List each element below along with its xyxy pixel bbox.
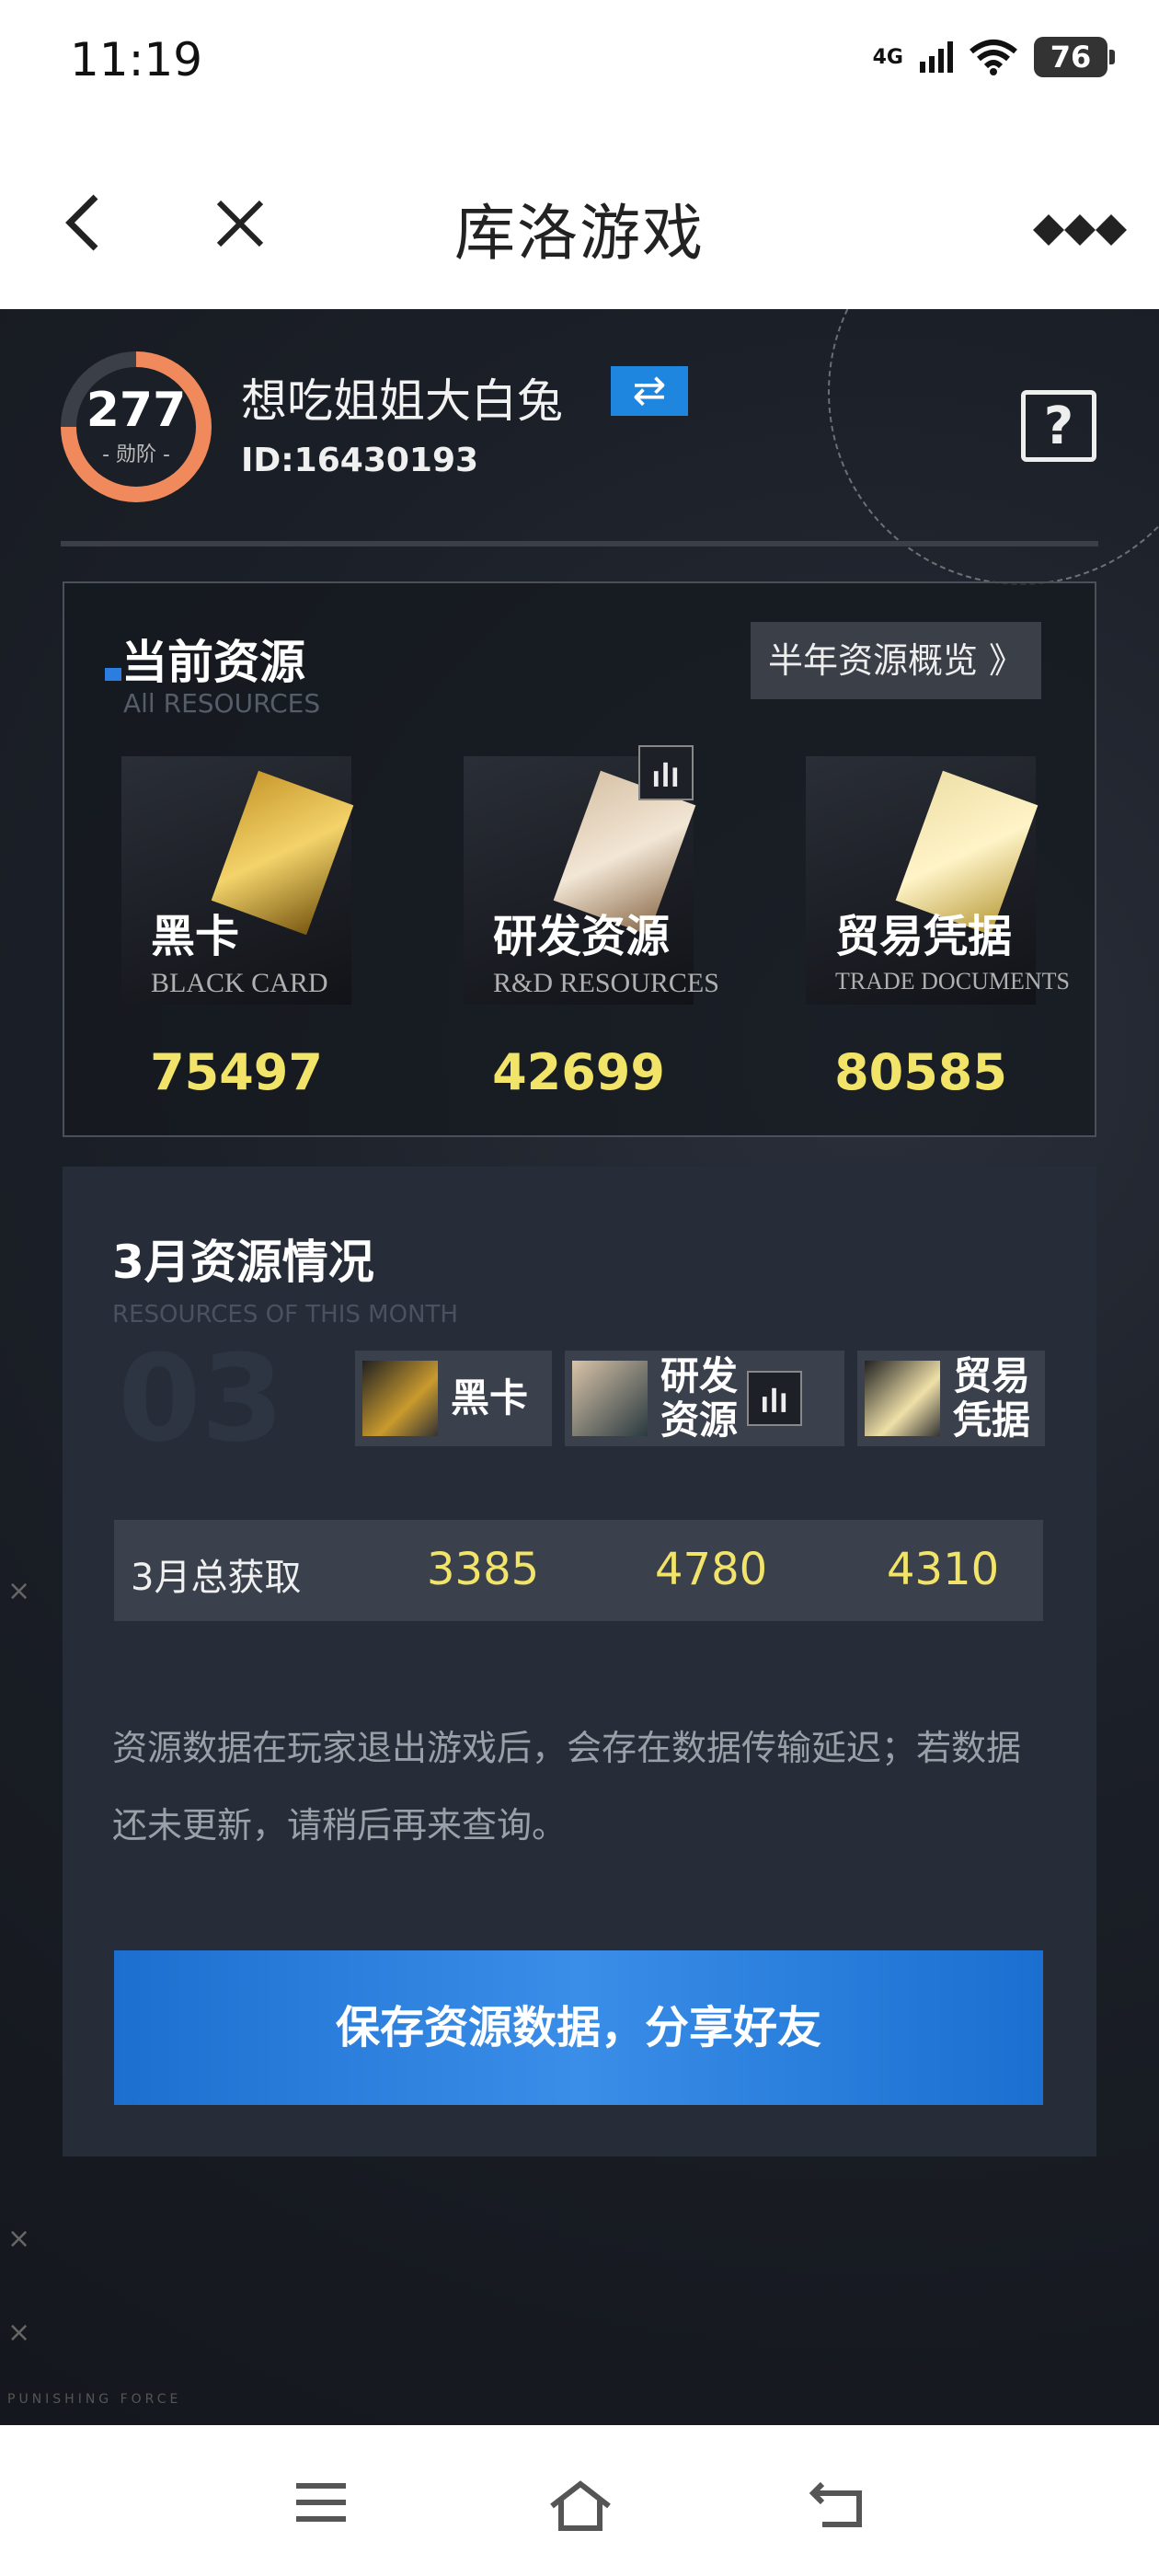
- half-year-overview-button[interactable]: 半年资源概览 》: [751, 622, 1041, 699]
- month-title: 3月资源情况: [112, 1236, 374, 1289]
- brand-text: PUNISHING FORCE: [7, 2392, 182, 2407]
- resource-card-black-card: 黑卡 BLACK CARD: [121, 756, 354, 1005]
- user-id: ID:16430193: [241, 442, 479, 479]
- title-accent-bar: [105, 668, 121, 681]
- resource-en-name: R&D RESOURCES: [493, 968, 719, 998]
- wifi-icon: [970, 40, 1017, 75]
- bar-chart-icon[interactable]: [638, 745, 694, 800]
- resource-en-name: BLACK CARD: [151, 968, 328, 998]
- resource-name: 黑卡: [151, 911, 240, 962]
- month-background-number: 03: [118, 1328, 284, 1468]
- home-icon[interactable]: [548, 2480, 613, 2532]
- monthly-total-row: 3月总获取 3385 4780 4310: [114, 1520, 1043, 1621]
- rank-label: - 勋阶 -: [102, 443, 170, 466]
- black-card-thumb: [362, 1361, 438, 1436]
- header-trade: 贸易 凭据: [857, 1351, 1045, 1446]
- save-share-button[interactable]: 保存资源数据，分享好友: [114, 1950, 1043, 2105]
- total-value: 4780: [655, 1544, 768, 1595]
- back-nav-icon[interactable]: [809, 2480, 865, 2528]
- resources-subtitle: All RESOURCES: [123, 688, 321, 719]
- total-value: 3385: [427, 1544, 540, 1595]
- status-bar: 11:19 4G 76: [0, 0, 1159, 129]
- resource-value: 42699: [492, 1043, 665, 1101]
- trade-thumb: [865, 1361, 940, 1436]
- header-label: 贸易 凭据: [953, 1352, 1031, 1443]
- resource-en-name: TRADE DOCUMENTS: [835, 968, 1070, 995]
- divider: [61, 541, 1098, 546]
- help-icon[interactable]: ?: [1021, 390, 1096, 462]
- rd-thumb: [572, 1361, 648, 1436]
- network-label: 4G: [872, 45, 903, 69]
- rank-value: 277: [86, 383, 187, 438]
- month-subtitle: RESOURCES OF THIS MONTH: [112, 1301, 458, 1328]
- header-label: 研发 资源: [660, 1352, 739, 1443]
- resource-value: 75497: [150, 1043, 323, 1101]
- total-value: 4310: [887, 1544, 1000, 1595]
- rank-badge: 277 - 勋阶 -: [61, 351, 212, 502]
- resource-value: 80585: [834, 1043, 1007, 1101]
- current-resources-panel: 当前资源 All RESOURCES 半年资源概览 》 黑卡 BLACK CAR…: [63, 581, 1096, 1137]
- decorative-x-icon: ×: [7, 2317, 31, 2349]
- system-nav-bar: [0, 2425, 1159, 2576]
- signal-icon: [920, 41, 953, 73]
- status-icons: 4G 76: [872, 37, 1115, 77]
- resource-name: 贸易凭据: [835, 911, 1013, 962]
- header-black-card: 黑卡: [355, 1351, 552, 1446]
- username: 想吃姐姐大白兔: [241, 374, 563, 428]
- page-title: 库洛游戏: [454, 198, 705, 269]
- swap-account-icon[interactable]: ⇄: [611, 366, 688, 416]
- resource-name: 研发资源: [493, 911, 671, 962]
- more-icon[interactable]: [1033, 214, 1127, 246]
- battery-icon: 76: [1034, 37, 1115, 77]
- resources-title: 当前资源: [121, 636, 305, 689]
- status-time: 11:19: [70, 33, 203, 86]
- monthly-resources-panel: 03 3月资源情况 RESOURCES OF THIS MONTH 黑卡 研发 …: [63, 1167, 1096, 2156]
- bar-chart-icon[interactable]: [747, 1371, 803, 1426]
- resource-card-trade: 贸易凭据 TRADE DOCUMENTS: [806, 756, 1070, 1005]
- decorative-x-icon: ×: [7, 1575, 31, 1607]
- header-rd: 研发 资源: [565, 1351, 844, 1446]
- menu-icon[interactable]: [294, 2480, 348, 2524]
- total-label: 3月总获取: [131, 1557, 302, 1599]
- game-content: 277 - 勋阶 - 想吃姐姐大白兔 ⇄ ID:16430193 ? 当前资源 …: [0, 309, 1159, 2425]
- delay-note: 资源数据在玩家退出游戏后，会存在数据传输延迟；若数据还未更新，请稍后再来查询。: [112, 1728, 1022, 1846]
- header-label: 黑卡: [451, 1374, 529, 1420]
- decorative-x-icon: ×: [7, 2223, 31, 2255]
